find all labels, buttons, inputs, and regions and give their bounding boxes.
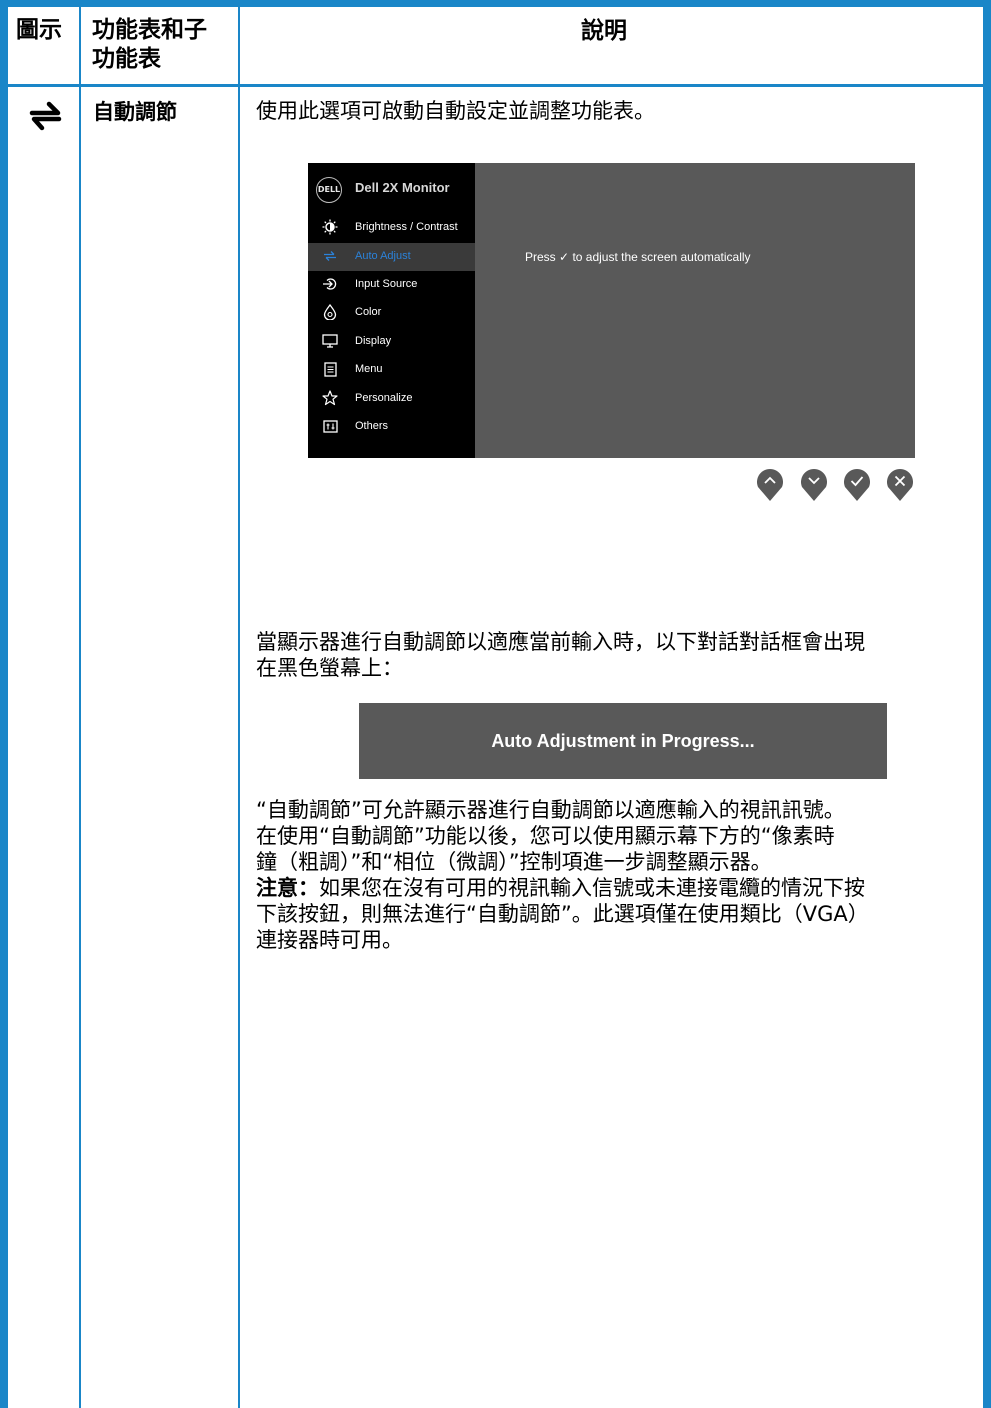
check-button[interactable] [842, 466, 872, 502]
dell-logo: DELL [316, 177, 342, 203]
osd-item-personalize[interactable]: Personalize [308, 385, 475, 413]
close-button[interactable] [885, 466, 915, 502]
up-button[interactable] [755, 466, 785, 502]
osd-screen: DELL Dell 2X Monitor Brightness / Contra… [308, 163, 915, 458]
display-icon [321, 332, 339, 350]
osd-item-label: Personalize [355, 392, 413, 404]
menu-name: 自動調節 [93, 100, 177, 124]
osd-item-label: Others [355, 420, 389, 432]
osd-message-post: to adjust the screen automatically [572, 250, 751, 264]
osd-item-label: Auto Adjust [355, 250, 411, 262]
osd-item-label: Menu [355, 363, 383, 375]
osd-title: Dell 2X Monitor [355, 180, 450, 195]
header-menu-line1: 功能表和子 [92, 17, 207, 43]
note-label: 注意： [256, 876, 319, 900]
osd-item-menu[interactable]: Menu [308, 356, 475, 384]
para-line2: 在使用“自動調節”功能以後，您可以使用顯示幕下方的“像素時 [256, 824, 835, 848]
osd-item-others[interactable]: Others [308, 413, 475, 441]
dialog-intro-line1: 當顯示器進行自動調節以適應當前輸入時，以下對話對話框會出現 [256, 630, 865, 654]
note-line1: 注意：如果您在沒有可用的視訊輸入信號或未連接電纜的情況下按 [256, 875, 869, 901]
osd-message: Press ✓ to adjust the screen automatical… [525, 250, 751, 264]
brightness-icon [321, 218, 339, 236]
color-icon [321, 303, 339, 321]
header-icon: 圖示 [16, 17, 62, 43]
header-description: 說明 [581, 18, 627, 44]
osd-item-label: Input Source [355, 278, 418, 290]
check-icon: ✓ [559, 250, 570, 264]
dialog-intro: 當顯示器進行自動調節以適應當前輸入時，以下對話對話框會出現 在黑色螢幕上： [256, 629, 865, 681]
osd-item-input-source[interactable]: Input Source [308, 271, 475, 299]
osd-item-display[interactable]: Display [308, 328, 475, 356]
table-frame: 圖示 功能表和子 功能表 說明 自動調節 使用此選項可啟動自動設定並調整功能表。… [0, 0, 991, 1408]
auto-adjust-icon [29, 101, 62, 131]
note-line2: 下該按鈕，則無法進行“自動調節”。此選項僅在使用類比（VGA） [256, 902, 869, 926]
osd-item-brightness[interactable]: Brightness / Contrast [308, 214, 475, 242]
auto-adjust-small-icon [321, 247, 339, 265]
down-button[interactable] [799, 466, 829, 502]
progress-dialog-text: Auto Adjustment in Progress... [491, 730, 755, 751]
header-menu-line2: 功能表 [92, 46, 161, 72]
osd-item-label: Brightness / Contrast [355, 221, 458, 233]
osd-item-color[interactable]: Color [308, 299, 475, 327]
osd-menu-panel: DELL Dell 2X Monitor Brightness / Contra… [308, 163, 475, 458]
osd-item-auto-adjust[interactable]: Auto Adjust [308, 243, 475, 271]
osd-item-label: Color [355, 306, 382, 318]
header-menu: 功能表和子 功能表 [92, 16, 207, 74]
dialog-intro-line2: 在黑色螢幕上： [256, 656, 403, 680]
others-icon [321, 417, 339, 435]
description-paragraph: “自動調節”可允許顯示器進行自動調節以適應輸入的視訊訊號。 在使用“自動調節”功… [256, 797, 869, 953]
star-icon [321, 389, 339, 407]
auto-adjust-progress-dialog: Auto Adjustment in Progress... [359, 703, 887, 779]
input-source-icon [321, 275, 339, 293]
para-line3: 鐘（粗調）”和“相位（微調）”控制項進一步調整顯示器。 [256, 850, 772, 874]
note-line3: 連接器時可用。 [256, 928, 403, 952]
osd-message-pre: Press [525, 250, 556, 264]
para-line1: “自動調節”可允許顯示器進行自動調節以適應輸入的視訊訊號。 [256, 798, 845, 822]
intro-text: 使用此選項可啟動自動設定並調整功能表。 [256, 99, 655, 123]
osd-item-label: Display [355, 335, 392, 347]
menu-icon [321, 360, 339, 378]
note-text1: 如果您在沒有可用的視訊輸入信號或未連接電纜的情況下按 [319, 876, 865, 900]
